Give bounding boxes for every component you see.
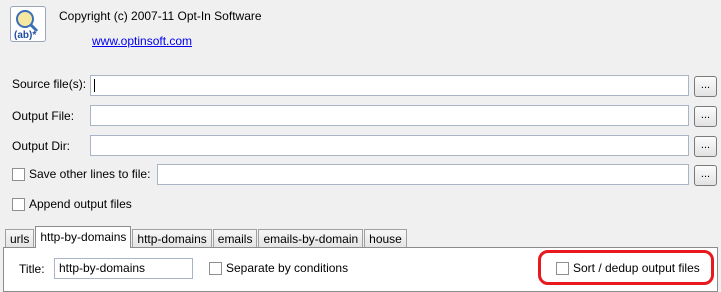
output-file-label: Output File: xyxy=(12,109,75,123)
tab-urls[interactable]: urls xyxy=(5,229,35,248)
tab-bar: urls http-by-domains http-domains emails… xyxy=(5,226,408,248)
highlight-annotation xyxy=(538,250,714,285)
separate-by-conditions-box[interactable] xyxy=(209,261,222,275)
source-files-label: Source file(s): xyxy=(12,77,87,91)
copyright-text: Copyright (c) 2007-11 Opt-In Software xyxy=(59,9,262,23)
output-file-input[interactable] xyxy=(90,105,689,126)
title-label: Title: xyxy=(19,262,45,276)
save-other-lines-input[interactable] xyxy=(157,164,689,185)
tab-house[interactable]: house xyxy=(364,229,407,248)
append-output-files-checkbox[interactable]: Append output files xyxy=(12,197,132,211)
app-logo: (ab)* xyxy=(10,6,46,42)
tab-emails[interactable]: emails xyxy=(212,229,258,248)
source-browse-button[interactable]: ... xyxy=(694,76,717,97)
logo-text: (ab)* xyxy=(14,30,36,41)
output-dir-input[interactable] xyxy=(90,135,689,156)
tab-emails-by-domain[interactable]: emails-by-domain xyxy=(258,229,364,248)
regex-search-logo-icon: (ab)* xyxy=(14,10,39,41)
save-other-lines-label: Save other lines to file: xyxy=(29,167,151,181)
title-input[interactable]: http-by-domains xyxy=(54,258,193,279)
tab-http-by-domains[interactable]: http-by-domains xyxy=(35,226,132,248)
output-dir-label: Output Dir: xyxy=(12,139,71,153)
save-other-browse-button[interactable]: ... xyxy=(694,165,717,186)
tab-http-domains[interactable]: http-domains xyxy=(132,229,212,248)
separate-by-conditions-label: Separate by conditions xyxy=(226,261,349,275)
append-output-files-label: Append output files xyxy=(29,197,132,211)
separate-by-conditions-checkbox[interactable]: Separate by conditions xyxy=(209,261,348,275)
output-dir-browse-button[interactable]: ... xyxy=(694,136,717,157)
website-link[interactable]: www.optinsoft.com xyxy=(92,34,192,48)
append-output-files-box[interactable] xyxy=(12,197,25,211)
text-caret xyxy=(94,79,95,92)
save-other-lines-box[interactable] xyxy=(12,167,25,181)
output-file-browse-button[interactable]: ... xyxy=(694,106,717,127)
source-files-input[interactable] xyxy=(90,75,689,96)
save-other-lines-checkbox[interactable]: Save other lines to file: xyxy=(12,167,150,181)
